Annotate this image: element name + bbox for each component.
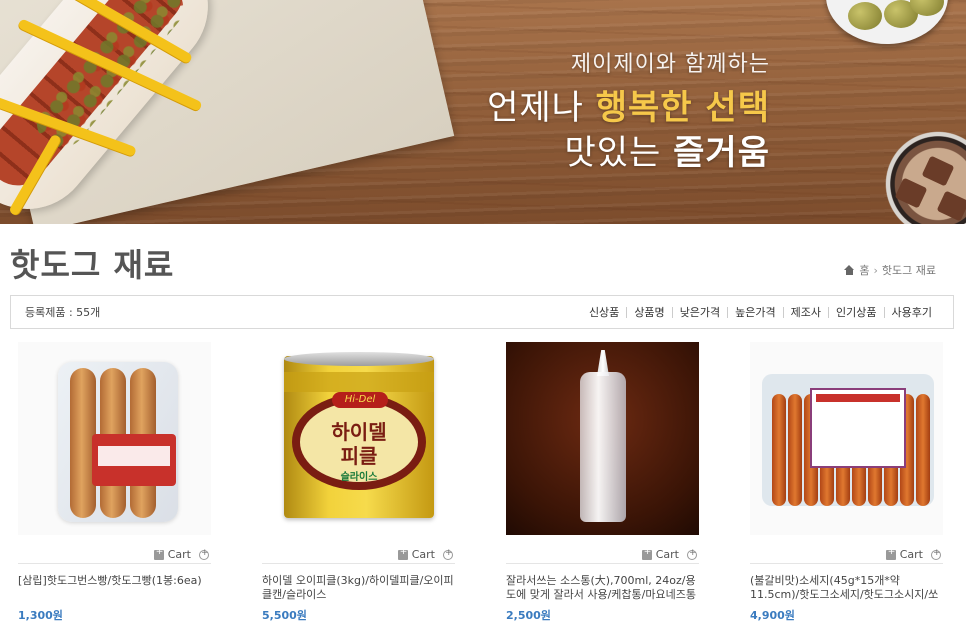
product-count: 등록제품 : 55개 [25,306,101,319]
banner-slogan-highlight: 행복한 선택 [595,88,770,128]
product-price: 5,500원 [262,609,307,622]
plus-icon[interactable] [687,548,697,560]
product-image-hotdog-buns[interactable] [18,342,211,535]
pickle-can-lid [284,352,434,366]
sausage-label-bar [816,394,900,402]
sausage [916,394,930,506]
pickle-can-brand: Hi-Del [332,392,388,408]
sort-manufacturer[interactable]: 제조사 [784,304,828,320]
breadcrumb-current: 핫도그 재료 [881,264,936,277]
cart-icon[interactable] [641,547,652,560]
cart-label[interactable]: Cart [412,548,435,561]
product-name[interactable]: 하이델 오이피클(3kg)/하이델피클/오이피클캔/슬라이스 [262,574,455,602]
breadcrumb: 홈 › 핫도그 재료 [844,262,936,278]
product-card: Cart [삼립]핫도그번스빵/핫도그빵(1봉:6ea) 1,300원 [18,342,211,623]
page-title: 핫도그 재료 [10,246,175,284]
banner-slogan-line2: 언제나 행복한 선택 [400,80,770,129]
sort-reviews[interactable]: 사용후기 [885,304,939,320]
sausage [772,394,786,506]
product-name[interactable]: 잘라서쓰는 소스통(大),700ml, 24oz/용도에 맞게 잘라서 사용/케… [506,574,699,602]
package-label-stripe [98,446,170,466]
banner-olive [848,2,882,30]
cart-row: Cart [18,546,211,564]
banner-slogan-line1: 제이제이와 함께하는 [570,52,770,77]
product-grid: Cart [삼립]핫도그번스빵/핫도그빵(1봉:6ea) 1,300원 Hi-D… [18,342,948,623]
cart-row: Cart [262,546,455,564]
sort-new[interactable]: 신상품 [582,304,626,320]
banner-slogan-line2-prefix: 언제나 [487,88,596,128]
pickle-can-title: 피클 [340,444,378,468]
sort-high-price[interactable]: 높은가격 [728,304,782,320]
plus-icon[interactable] [931,548,941,560]
cart-icon[interactable] [153,547,164,560]
breadcrumb-home-link[interactable]: 홈 [859,262,869,278]
cart-label[interactable]: Cart [168,548,191,561]
product-card: Cart (불갈비맛)소세지(45g*15개*약11.5cm)/핫도그소세지/핫… [750,342,943,623]
product-price: 4,900원 [750,609,795,622]
cart-label[interactable]: Cart [656,548,679,561]
cart-row: Cart [506,546,699,564]
sort-popular[interactable]: 인기상품 [829,304,883,320]
sort-options: 신상품 상품명 낮은가격 높은가격 제조사 인기상품 사용후기 [582,304,939,320]
cart-row: Cart [750,546,943,564]
plus-icon[interactable] [199,548,209,560]
squeeze-bottle [580,372,626,522]
cart-icon[interactable] [885,547,896,560]
cart-icon[interactable] [397,547,408,560]
hero-banner: 제이제이와 함께하는 언제나 행복한 선택 맛있는 즐거움 [0,0,966,224]
product-card: Hi-Del 하이델 피클 슬라이스 Cart 하이델 오이피클(3kg)/하이… [262,342,455,623]
banner-slogan-line3-prefix: 맛있는 [564,133,674,173]
pickle-can-band [284,372,434,392]
pickle-can-subtitle: 슬라이스 [340,472,378,483]
product-image-sausages[interactable] [750,342,943,535]
home-icon[interactable] [844,265,855,275]
banner-slogan-strong: 즐거움 [673,133,770,173]
sort-low-price[interactable]: 낮은가격 [673,304,727,320]
sausage [788,394,802,506]
product-name[interactable]: (불갈비맛)소세지(45g*15개*약11.5cm)/핫도그소세지/핫도그소시지… [750,574,943,602]
sort-name[interactable]: 상품명 [627,304,671,320]
banner-slogan-line3: 맛있는 즐거움 [400,125,770,174]
product-name[interactable]: [삼립]핫도그번스빵/핫도그빵(1봉:6ea) [18,574,211,602]
product-list-toolbar: 등록제품 : 55개 신상품 상품명 낮은가격 높은가격 제조사 인기상품 사용… [10,295,954,329]
cart-label[interactable]: Cart [900,548,923,561]
product-image-sauce-bottle[interactable] [506,342,699,535]
product-image-pickle-can[interactable]: Hi-Del 하이델 피클 슬라이스 [262,342,455,535]
product-price: 2,500원 [506,609,551,622]
product-price: 1,300원 [18,609,63,622]
breadcrumb-separator: › [873,263,878,277]
product-card: Cart 잘라서쓰는 소스통(大),700ml, 24oz/용도에 맞게 잘라서… [506,342,699,623]
plus-icon[interactable] [443,548,453,560]
